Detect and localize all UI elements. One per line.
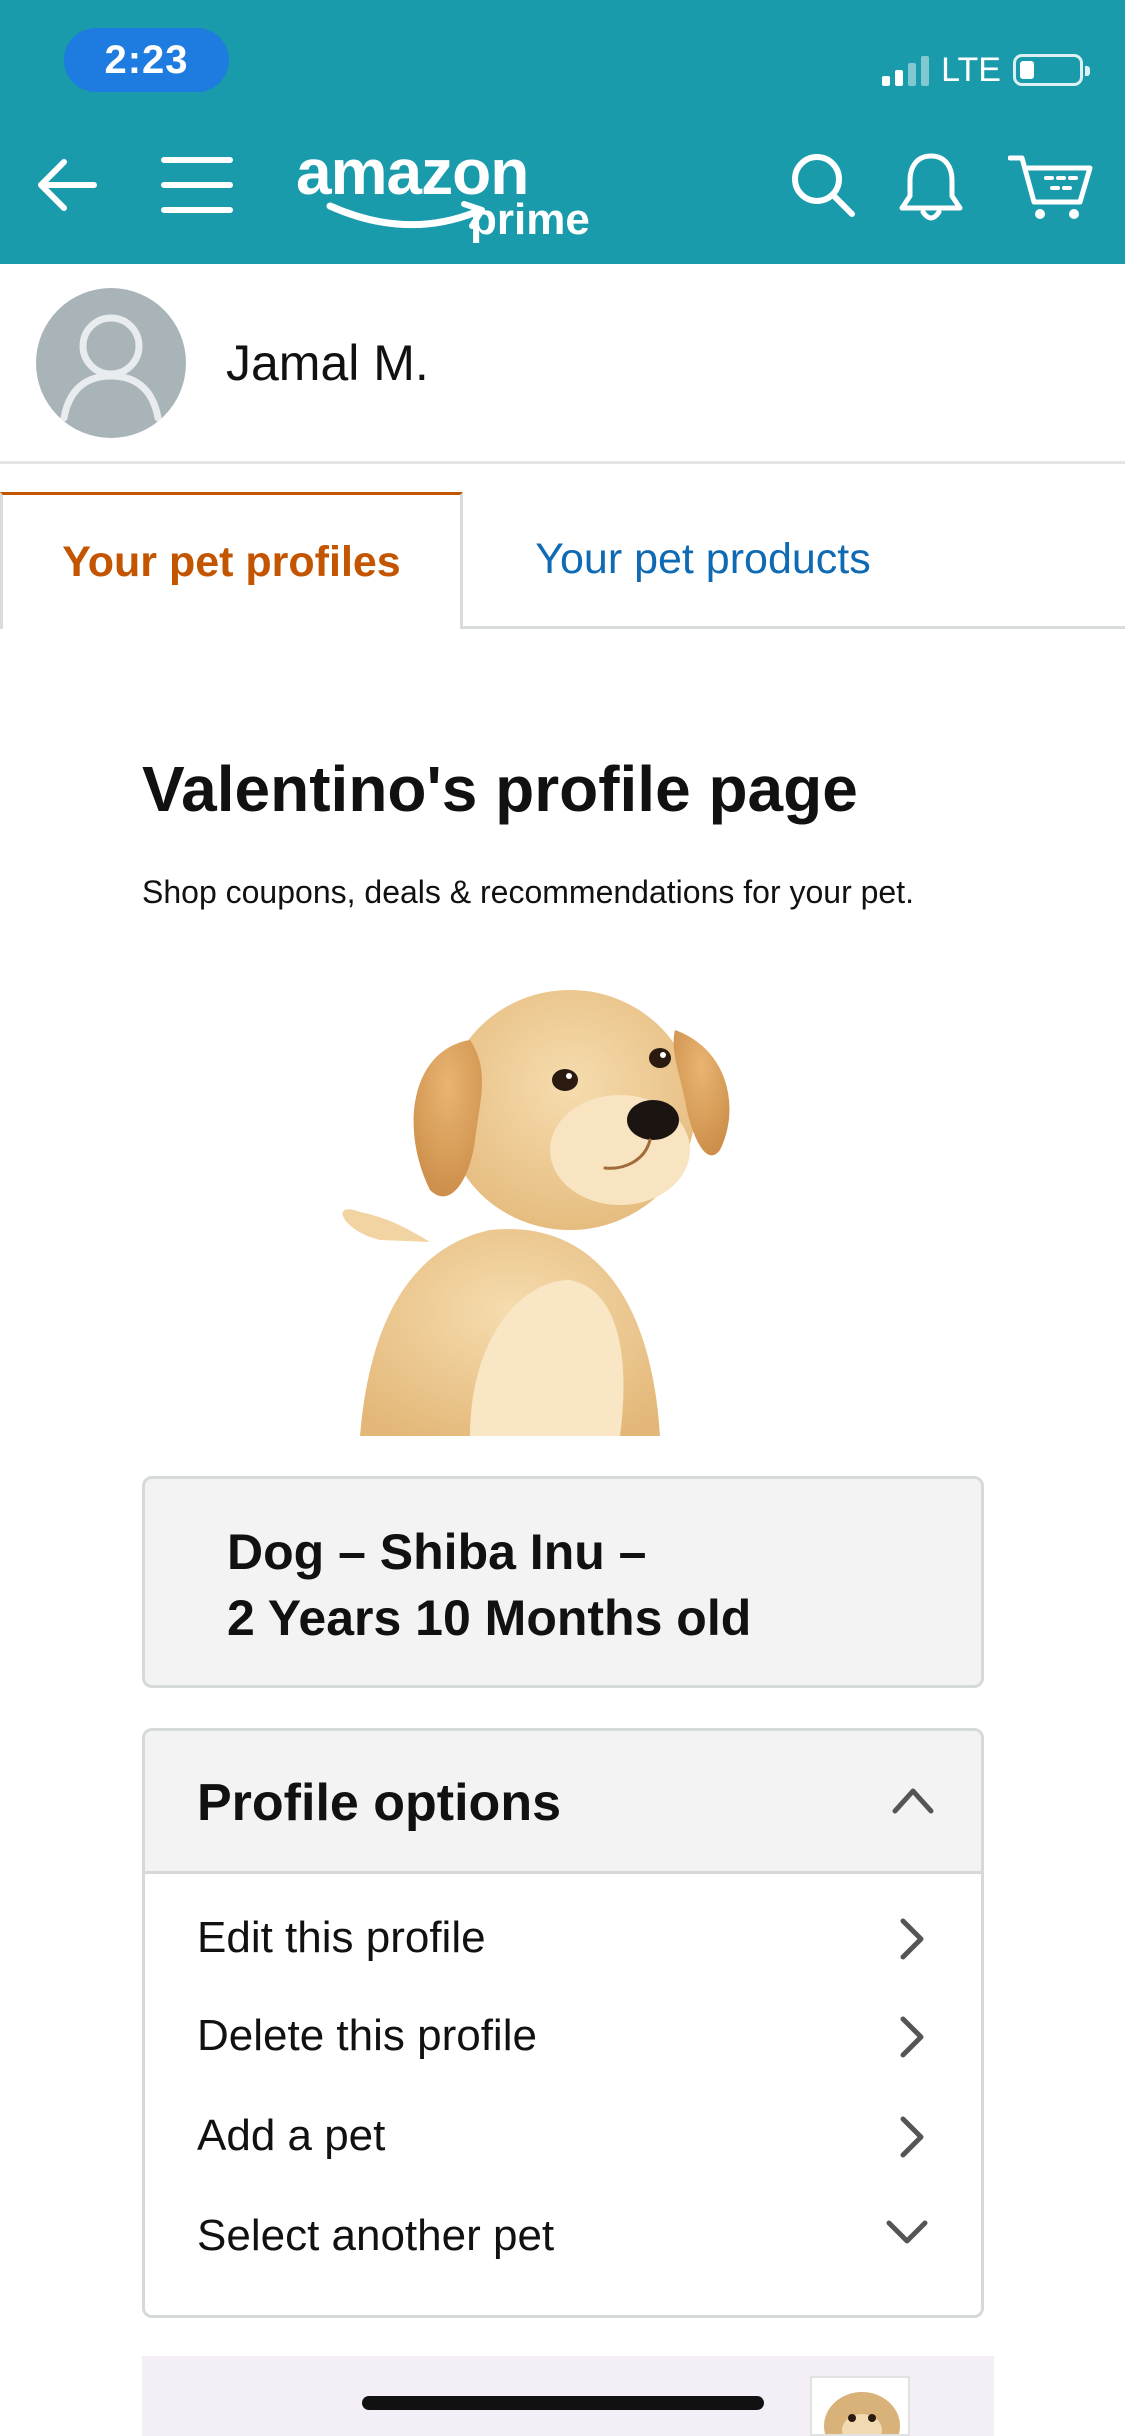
pet-photo xyxy=(342,990,730,1436)
app-header: 2:23 LTE amazon prime xyxy=(0,0,1125,264)
pet-breed: Dog – Shiba Inu – xyxy=(227,1524,647,1580)
battery-icon xyxy=(1013,54,1090,86)
option-delete-profile[interactable]: Delete this profile xyxy=(145,1991,981,2081)
page-title: Valentino's profile page xyxy=(142,753,858,825)
cart-icon[interactable] xyxy=(1007,150,1094,229)
option-label: Add a pet xyxy=(197,2111,386,2160)
chevron-right-icon xyxy=(900,1918,924,1960)
chevron-right-icon xyxy=(900,2116,924,2158)
profile-options-panel: Profile options Edit this profile Delete… xyxy=(142,1728,984,2318)
promo-thumbnail xyxy=(810,2376,910,2436)
signal-icon xyxy=(882,54,930,86)
bell-icon[interactable] xyxy=(896,150,966,229)
status-time: 2:23 xyxy=(64,28,229,92)
pet-profile-page: 2:23 LTE amazon prime Jamal M. Your pet … xyxy=(0,0,1125,2436)
pet-age: 2 Years 10 Months old xyxy=(227,1590,752,1646)
brand-sub: prime xyxy=(470,195,590,244)
menu-icon[interactable] xyxy=(160,150,234,225)
chevron-right-icon xyxy=(900,2016,924,2058)
amazon-prime-logo[interactable]: amazon prime xyxy=(296,140,596,250)
chevron-up-icon[interactable] xyxy=(889,1777,937,1825)
option-select-another-pet[interactable]: Select another pet xyxy=(145,2191,981,2281)
avatar[interactable] xyxy=(36,288,186,438)
search-icon[interactable] xyxy=(788,150,858,225)
page-subtitle: Shop coupons, deals & recommendations fo… xyxy=(142,874,914,910)
back-arrow-icon[interactable] xyxy=(32,150,102,225)
tab-pet-products[interactable]: Your pet products xyxy=(463,492,943,626)
option-label: Select another pet xyxy=(197,2211,555,2260)
pet-details: Dog – Shiba Inu – 2 Years 10 Months old xyxy=(142,1476,984,1688)
tab-bar: Your pet profiles Your pet products xyxy=(0,492,1125,629)
option-edit-profile[interactable]: Edit this profile xyxy=(145,1893,981,1983)
option-add-pet[interactable]: Add a pet xyxy=(145,2091,981,2181)
profile-options-title: Profile options xyxy=(197,1774,561,1832)
status-indicators: LTE xyxy=(882,50,1090,90)
option-label: Edit this profile xyxy=(197,1913,486,1962)
chevron-down-icon xyxy=(886,2220,928,2244)
tab-pet-profiles[interactable]: Your pet profiles xyxy=(0,492,463,629)
network-label: LTE xyxy=(941,50,1001,89)
home-indicator[interactable] xyxy=(362,2396,764,2410)
user-name: Jamal M. xyxy=(226,335,429,391)
person-icon xyxy=(60,314,162,422)
profile-options-header[interactable]: Profile options xyxy=(145,1731,981,1874)
option-label: Delete this profile xyxy=(197,2011,537,2060)
user-header: Jamal M. xyxy=(0,264,1125,464)
